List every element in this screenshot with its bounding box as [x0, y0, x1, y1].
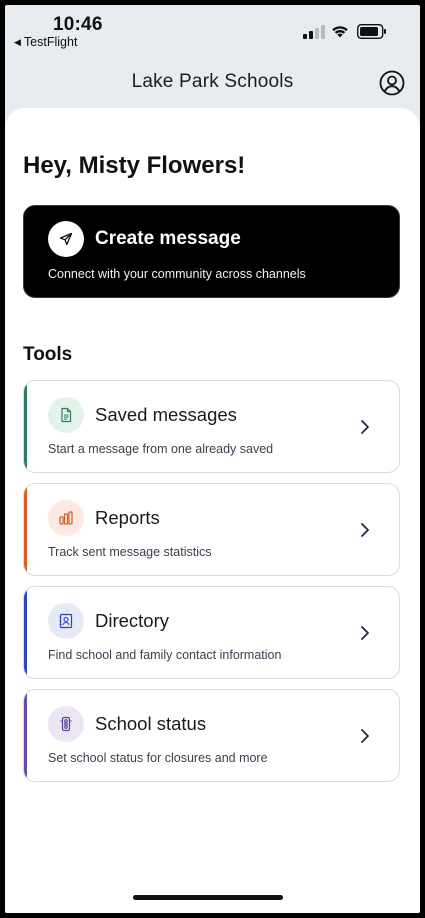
- tool-icon-badge: [48, 500, 84, 536]
- tool-subtitle: Start a message from one already saved: [48, 442, 274, 456]
- tool-accent-bar: [24, 381, 27, 472]
- document-icon: [61, 407, 72, 423]
- status-time: 10:46: [53, 14, 103, 35]
- bar-chart-icon: [59, 511, 73, 525]
- back-arrow-icon: ◀: [14, 36, 21, 47]
- user-circle-icon[interactable]: [379, 70, 405, 96]
- status-bar: 10:46 ◀ TestFlight: [5, 5, 420, 55]
- tool-reports[interactable]: Reports Track sent message statistics: [23, 483, 400, 576]
- tool-title: Reports: [95, 507, 160, 528]
- home-indicator[interactable]: [133, 895, 283, 900]
- chevron-right-icon: [361, 626, 369, 640]
- tool-title: Saved messages: [95, 404, 237, 425]
- tool-title: Directory: [95, 610, 170, 631]
- create-message-button[interactable]: Create message Connect with your communi…: [23, 205, 400, 298]
- tool-saved-messages[interactable]: Saved messages Start a message from one …: [23, 380, 400, 473]
- tool-accent-bar: [24, 587, 27, 678]
- traffic-light-icon: [60, 716, 72, 732]
- create-message-icon-badge: [48, 221, 84, 257]
- tool-accent-bar: [24, 690, 27, 781]
- back-to-app-link[interactable]: ◀ TestFlight: [14, 35, 77, 49]
- tool-subtitle: Find school and family contact informati…: [48, 648, 282, 662]
- wifi-icon: [332, 26, 348, 38]
- back-app-label: TestFlight: [23, 35, 78, 49]
- chevron-right-icon: [361, 729, 369, 743]
- tool-directory[interactable]: Directory Find school and family contact…: [23, 586, 400, 679]
- contact-card-icon: [59, 613, 73, 629]
- main-content: Hey, Misty Flowers! Create message Conne…: [5, 108, 420, 913]
- cellular-signal-icon: [303, 25, 325, 39]
- tool-subtitle: Track sent message statistics: [48, 545, 212, 559]
- phone-screen: 10:46 ◀ TestFlight Lake Park Schools Hey…: [5, 5, 420, 913]
- create-message-title: Create message: [95, 228, 241, 249]
- tool-subtitle: Set school status for closures and more: [48, 751, 268, 765]
- tool-icon-badge: [48, 397, 84, 433]
- tool-title: School status: [95, 713, 207, 734]
- battery-icon: [357, 24, 386, 39]
- create-message-subtitle: Connect with your community across chann…: [48, 267, 306, 281]
- tool-icon-badge: [48, 706, 84, 742]
- tool-school-status[interactable]: School status Set school status for clos…: [23, 689, 400, 782]
- page-title: Lake Park Schools: [131, 71, 294, 92]
- tools-heading: Tools: [23, 344, 73, 365]
- greeting-heading: Hey, Misty Flowers!: [23, 152, 246, 179]
- tool-icon-badge: [48, 603, 84, 639]
- send-icon: [59, 232, 73, 246]
- chevron-right-icon: [361, 523, 369, 537]
- chevron-right-icon: [361, 420, 369, 434]
- tool-accent-bar: [24, 484, 27, 575]
